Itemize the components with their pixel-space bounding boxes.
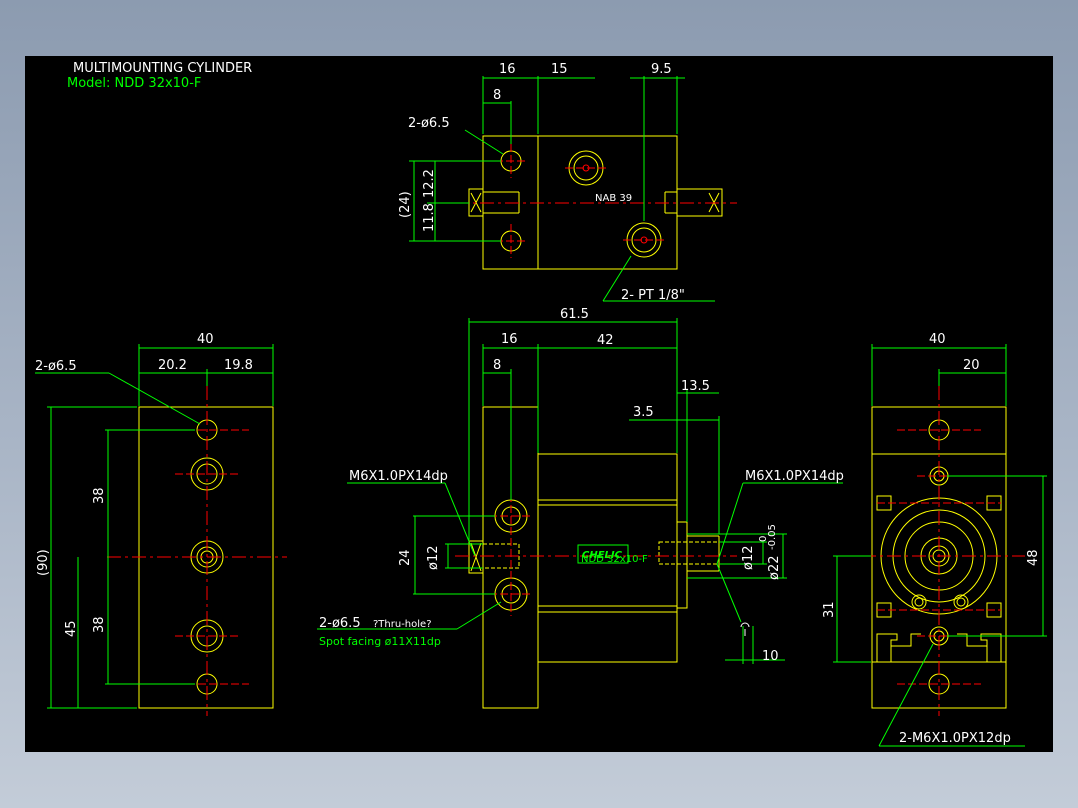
drawing-title: MULTIMOUNTING CYLINDER [73, 61, 252, 76]
dim-text: 11.8 [422, 203, 437, 232]
cad-drawing: MULTIMOUNTING CYLINDER Model: NDD 32x10-… [35, 61, 1047, 747]
callout-holes-note: ?Thru-hole? [373, 619, 432, 630]
callout-holes-front: 2-ø6.5 [319, 616, 361, 631]
dim-text: 16 [499, 62, 516, 77]
dim-text: 40 [929, 332, 946, 347]
dim-text: 13.5 [681, 379, 710, 394]
model-label: Model: NDD 32x10-F [67, 76, 201, 91]
dim-text: 42 [597, 333, 614, 348]
dim-text: 24 [398, 549, 413, 566]
dim-text: (24) [398, 191, 413, 218]
callout-right-thread: M6X1.0PX14dp [745, 469, 844, 484]
top-view: NAB 39 [409, 76, 737, 302]
dim-text: 8 [493, 88, 501, 103]
dim-text: 3.5 [633, 405, 654, 420]
tiny-label: NAB 39 [595, 193, 632, 204]
dim-text: 12.2 [422, 169, 437, 198]
dim-text: 48 [1026, 549, 1041, 566]
drawing-canvas: MULTIMOUNTING CYLINDER Model: NDD 32x10-… [25, 56, 1053, 752]
dim-text: 10 [762, 649, 779, 664]
dim-text: 8 [493, 358, 501, 373]
logo-small: NDD 32x10-F [581, 554, 648, 565]
right-view [833, 344, 1047, 747]
dim-text: 20.2 [158, 358, 187, 373]
dim-text: 15 [551, 62, 568, 77]
dim-text: 40 [197, 332, 214, 347]
dim-text: 9.5 [651, 62, 672, 77]
dim-text: 31 [822, 601, 837, 618]
callout-holes-top: 2-ø6.5 [408, 116, 450, 131]
callout-left-thread: M6X1.0PX14dp [349, 469, 448, 484]
dim-text: 45 [64, 620, 79, 637]
dim-text: 19.8 [224, 358, 253, 373]
callout-holes-left: 2-ø6.5 [35, 359, 77, 374]
dim-text: 20 [963, 358, 980, 373]
dim-text: 38 [92, 616, 107, 633]
dim-text: ø12 [741, 546, 756, 571]
dim-text: ø22 [767, 556, 782, 581]
dim-text: 38 [92, 487, 107, 504]
dim-text: (90) [36, 549, 51, 576]
dim-text: ø12 [426, 546, 441, 571]
dim-text: -0.05 [767, 524, 778, 550]
callout-thread-right: 2-M6X1.0PX12dp [899, 731, 1011, 746]
callout-port: 2- PT 1/8" [621, 288, 685, 303]
callout-spot-facing: Spot facing ø11X11dp [319, 635, 441, 648]
dim-text: 16 [501, 332, 518, 347]
left-view [35, 344, 287, 716]
dim-text: 61.5 [560, 307, 589, 322]
